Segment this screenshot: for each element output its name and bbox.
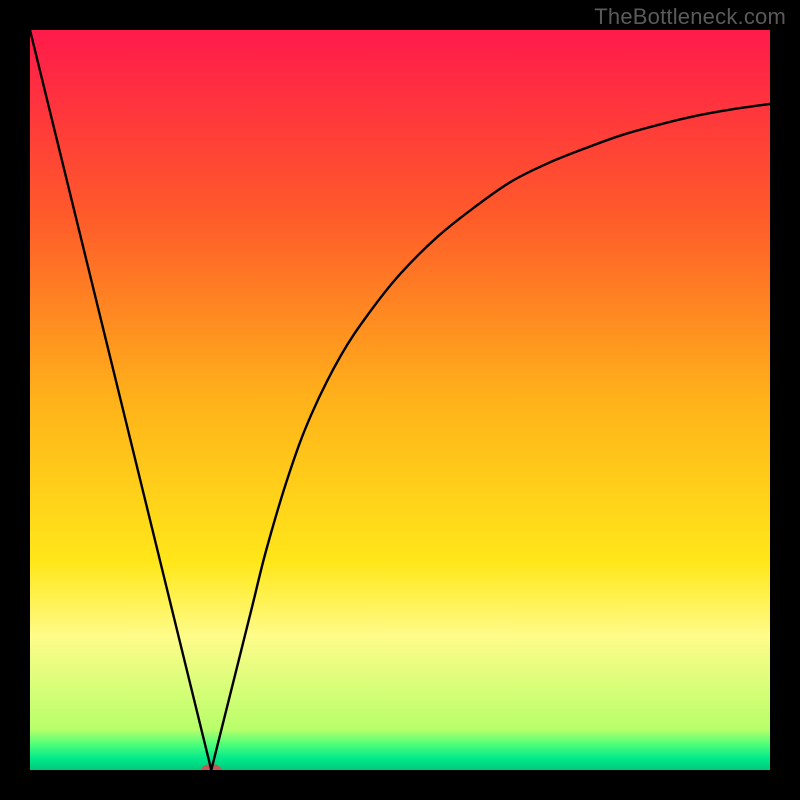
bottleneck-chart xyxy=(30,30,770,770)
gradient-background xyxy=(30,30,770,770)
chart-frame xyxy=(30,30,770,770)
watermark-text: TheBottleneck.com xyxy=(594,4,786,30)
